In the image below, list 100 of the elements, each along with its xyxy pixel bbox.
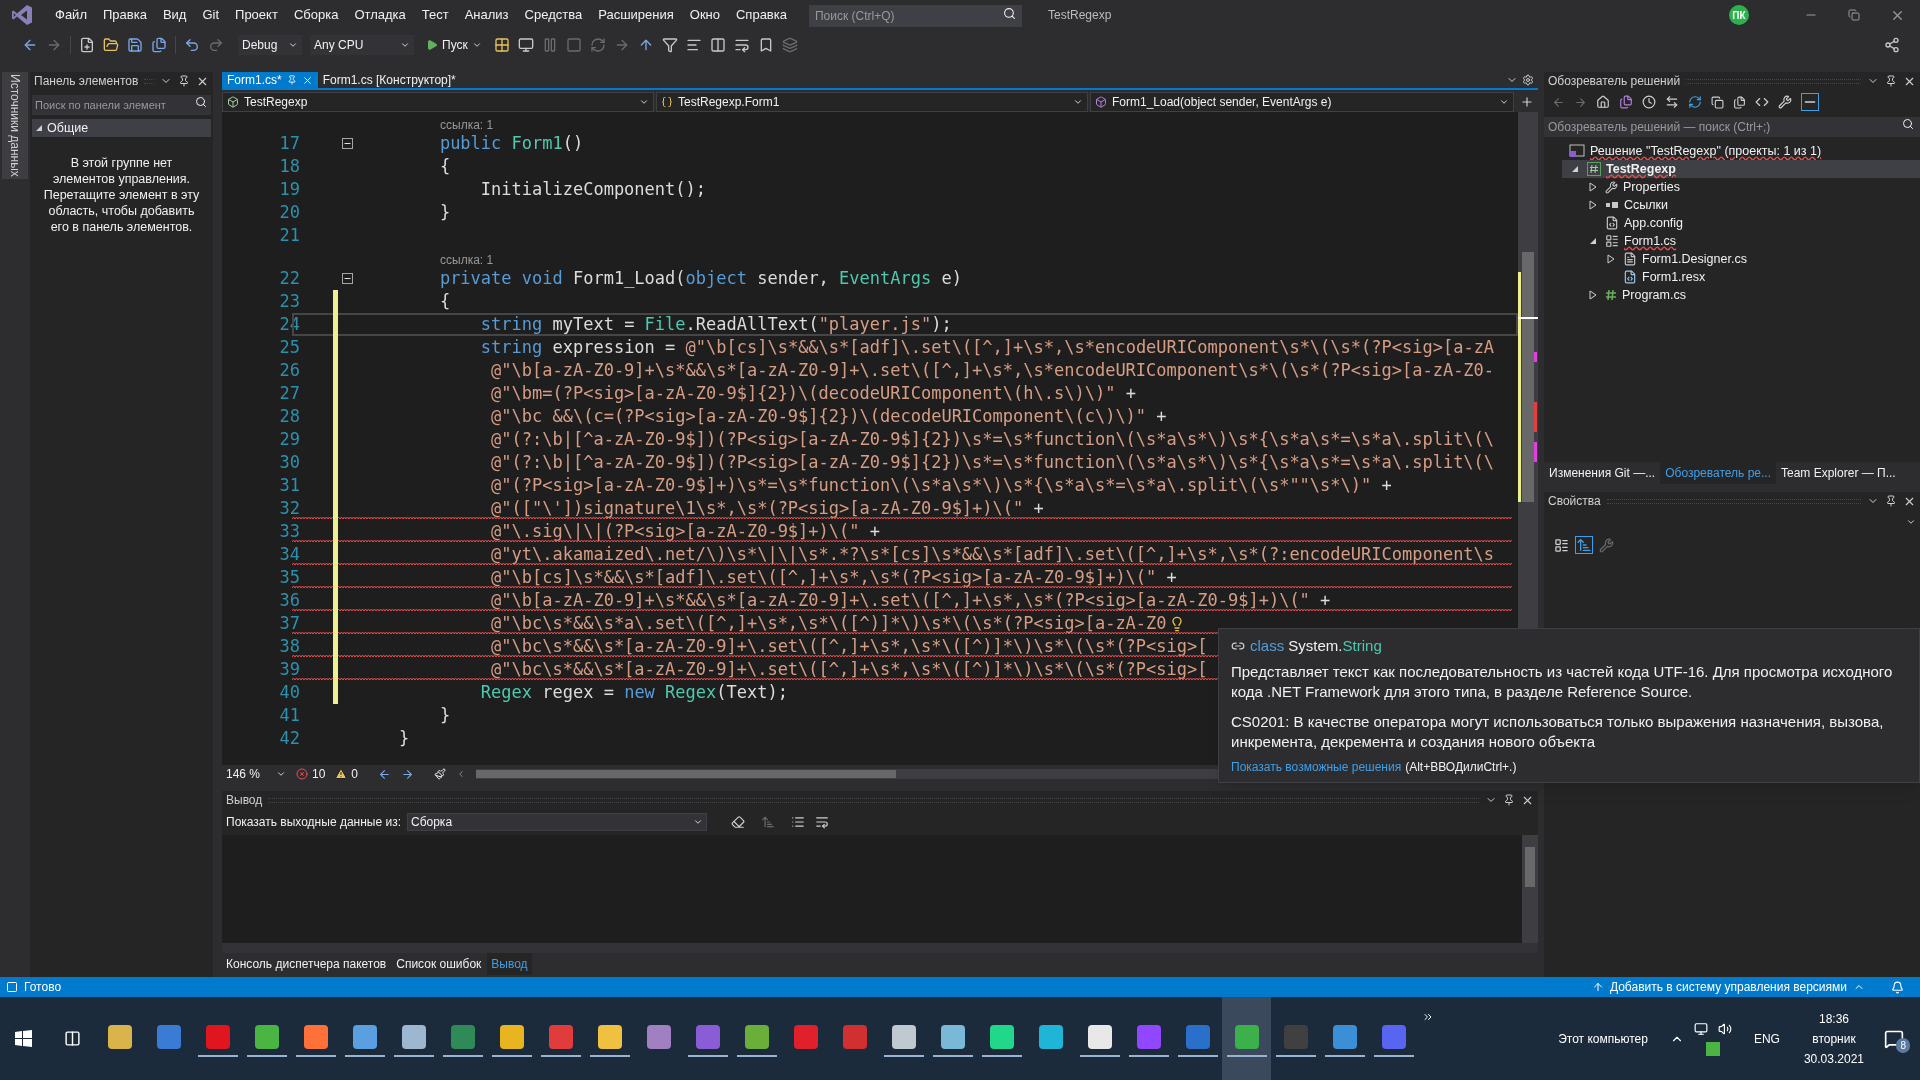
property-pages-icon[interactable] <box>1599 537 1614 553</box>
collapse-icon[interactable] <box>342 138 353 149</box>
side-tab[interactable]: Источники данных <box>2 72 28 179</box>
search-icon[interactable] <box>1003 7 1016 20</box>
volume-icon[interactable] <box>1717 1021 1732 1036</box>
back-icon[interactable] <box>22 37 38 53</box>
code-line[interactable]: { <box>439 290 451 313</box>
pin-icon[interactable] <box>1885 75 1897 87</box>
menu-item[interactable]: Расширения <box>590 5 682 25</box>
back-icon[interactable] <box>1552 95 1565 109</box>
output-scrollbar[interactable] <box>1522 835 1538 943</box>
layers-icon[interactable] <box>781 37 798 53</box>
previous-icon[interactable] <box>378 767 392 781</box>
configuration-dropdown[interactable]: Debug <box>238 35 302 55</box>
caret-icon[interactable] <box>1073 97 1083 107</box>
navigation-dropdown[interactable]: Form1_Load(object sender, EventArgs e) <box>1090 92 1514 112</box>
code-line[interactable]: @"\bc\s*&&\s*a\.set\([^,]+\s*,\s*\([^)]*\)\s*\(\s*(?P<sig>[a-zA-Z0 <box>491 612 1167 635</box>
code-line[interactable]: string myText = File.ReadAllText("player.js"); <box>480 313 952 336</box>
new-project-icon[interactable] <box>79 37 95 53</box>
code-line[interactable]: @"\b[a-zA-Z0-9]+\s*&&\s*[a-zA-Z0-9]+\.set\([^,]+\s*,\s*(?P<sig>[a-zA-Z0-9$]+)\(" + <box>491 589 1331 612</box>
tree-item[interactable]: Form1.cs <box>1580 232 1920 250</box>
collapsed-arrow-icon[interactable] <box>1589 182 1597 192</box>
split-icon[interactable] <box>1520 95 1534 109</box>
tray-app-icon[interactable] <box>1705 1041 1720 1056</box>
caret-icon[interactable] <box>639 97 649 107</box>
panel-tab[interactable]: Изменения Git —... <box>1544 462 1661 484</box>
code-line[interactable]: } <box>398 727 410 750</box>
menu-item[interactable]: Справка <box>728 5 795 25</box>
tree-item[interactable]: Properties <box>1580 178 1920 196</box>
redo-icon[interactable] <box>208 37 224 53</box>
forward-icon[interactable] <box>1574 95 1587 109</box>
expanded-arrow-icon[interactable] <box>1589 237 1597 245</box>
clock[interactable]: 18:36 вторник 30.03.2021 <box>1803 1008 1864 1069</box>
code-line[interactable]: @"(?:\b|[^a-zA-Z0-9$])(?P<sig>[a-zA-Z0-9$]{2})\s*=\s*function\(\s*a\s*\)\s*{\s*a\s*=\s*a\.split\(\ <box>491 451 1495 474</box>
expanded-arrow-icon[interactable] <box>1571 165 1579 173</box>
tree-item[interactable]: Program.cs <box>1580 286 1920 304</box>
tree-item[interactable]: Form1.Designer.cs <box>1598 250 1920 268</box>
menu-item[interactable]: Файл <box>47 5 95 25</box>
undo-icon[interactable] <box>184 37 200 53</box>
next-icon[interactable] <box>401 767 415 781</box>
caret-icon[interactable] <box>693 817 703 827</box>
menu-item[interactable]: Сборка <box>285 5 347 25</box>
code-line[interactable]: } <box>439 201 451 224</box>
menu-item[interactable]: Анализ <box>456 5 517 25</box>
pending-changes-icon[interactable] <box>1642 95 1656 109</box>
collapsed-arrow-icon[interactable] <box>1607 254 1615 264</box>
warning-icon[interactable] <box>335 768 348 780</box>
forward-icon[interactable] <box>46 37 62 53</box>
panel-tab[interactable]: Вывод <box>487 953 532 975</box>
code-line[interactable]: @"\bc\s*&&\s*[a-zA-Z0-9]+\.set\([^,]+\s*,\s*\([^)]*\)\s*\(\s*(?P<sig>[ <box>491 635 1208 658</box>
collapsed-arrow-icon[interactable] <box>1589 200 1597 210</box>
refresh-icon[interactable] <box>1688 95 1702 109</box>
platform-dropdown[interactable]: Any CPU <box>310 35 414 55</box>
sort-icon[interactable] <box>761 815 775 829</box>
code-line[interactable]: @"(["\'])signature\1\s*,\s*(?P<sig>[a-zA-Z0-9$]+)\(" + <box>491 497 1044 520</box>
zoom-dropdown[interactable]: 146 % <box>226 765 286 783</box>
task-view-icon[interactable] <box>64 1030 81 1047</box>
collapse-icon[interactable] <box>342 273 353 284</box>
panel-tab[interactable]: Список ошибок <box>392 953 486 975</box>
live-share-icon[interactable] <box>1884 37 1900 53</box>
code-line[interactable]: public Form1() <box>439 132 584 155</box>
code-line[interactable]: @"\bm=(?P<sig>[a-zA-Z0-9$]{2})\(decodeURIComponent\(h\.s\)\)" + <box>491 382 1136 405</box>
indent-icon[interactable] <box>733 37 750 53</box>
caret-icon[interactable] <box>288 40 298 50</box>
group-header[interactable]: Общие <box>32 119 211 137</box>
language-indicator[interactable]: ENG <box>1753 1029 1780 1048</box>
caret-icon[interactable] <box>1499 97 1509 107</box>
columns-icon[interactable] <box>709 37 726 53</box>
view-code-icon[interactable] <box>1755 95 1769 109</box>
panel-tab[interactable]: Консоль диспетчера пакетов <box>222 953 391 975</box>
caret-icon[interactable] <box>1906 517 1916 527</box>
navigation-dropdown[interactable]: TestRegexp <box>222 92 654 112</box>
output-source-dropdown[interactable]: Сборка <box>407 813 707 831</box>
menu-item[interactable]: Вид <box>154 5 195 25</box>
code-line[interactable]: @"(?:\b|[^a-zA-Z0-9$])(?P<sig>[a-zA-Z0-9$]{2})\s*=\s*function\(\s*a\s*\)\s*{\s*a\s*=\s*a\.split\(\ <box>491 428 1495 451</box>
code-line[interactable]: string expression = @"\b[cs]\s*&&\s*[adf]\.set\([^,]+\s*,\s*encodeURIComponent\s*\(\s*(?P<sig>[a-zA <box>480 336 1495 359</box>
run-button[interactable]: Пуск <box>422 35 486 55</box>
categorized-icon[interactable] <box>1554 537 1569 553</box>
save-all-icon[interactable] <box>151 37 167 53</box>
code-line[interactable]: @"\bc &&\(c=(?P<sig>[a-zA-Z0-9$]{2})\(decodeURIComponent\(c\)\)" + <box>491 405 1167 428</box>
list-icon[interactable] <box>791 815 805 829</box>
show-fixes-link[interactable]: Показать возможные решения <box>1231 757 1402 776</box>
filter-icon[interactable] <box>661 37 678 53</box>
show-all-files-icon[interactable] <box>1733 95 1746 109</box>
monitor-icon[interactable] <box>517 37 534 53</box>
network-icon[interactable] <box>1693 1021 1708 1036</box>
search-field[interactable]: Поиск (Ctrl+Q) <box>809 5 1022 27</box>
solution-search-field[interactable]: Обозреватель решений — поиск (Ctrl+;) <box>1544 117 1920 137</box>
toolbox-search-field[interactable]: Поиск по панели элемент <box>32 95 211 115</box>
menu-item[interactable]: Проект <box>227 5 286 25</box>
menu-item[interactable]: Git <box>194 5 228 25</box>
restore-icon[interactable] <box>1848 9 1860 21</box>
code-line[interactable]: @"\b[cs]\s*&&\s*[adf]\.set\([^,]+\s*,\s*(?P<sig>[a-zA-Z0-9$]+)\(" + <box>491 566 1177 589</box>
menu-item[interactable]: Средства <box>516 5 591 25</box>
search-icon[interactable] <box>1902 118 1914 130</box>
code-line[interactable]: InitializeComponent(); <box>480 178 706 201</box>
caret-icon[interactable] <box>471 40 482 50</box>
editor-tab[interactable]: Form1.cs [Конструктор]* <box>317 72 461 88</box>
collapsed-arrow-icon[interactable] <box>1589 290 1597 300</box>
preview-icon[interactable] <box>1801 93 1819 111</box>
